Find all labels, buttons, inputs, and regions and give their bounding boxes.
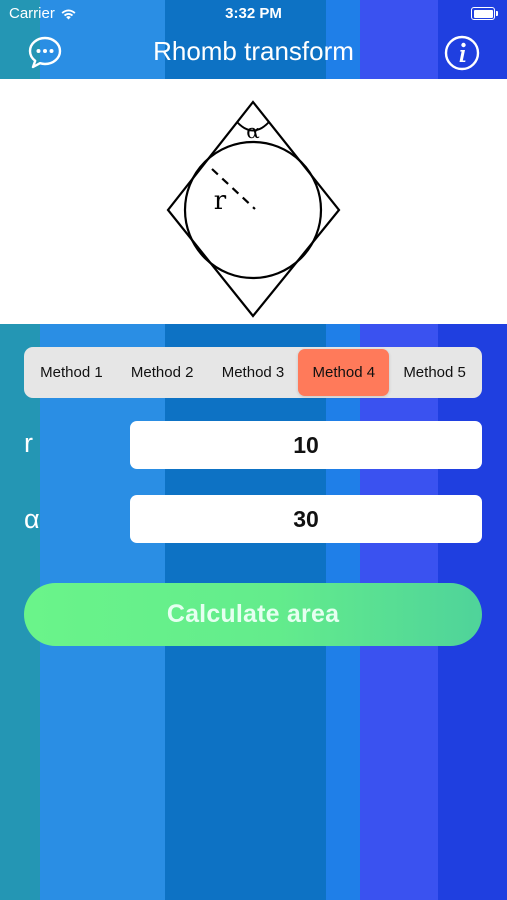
r-input[interactable] [130,421,482,469]
info-icon [444,35,480,71]
angle-label: α [246,119,260,143]
inscribed-circle [183,140,323,280]
battery-icon [471,7,498,20]
method-1-segment[interactable]: Method 1 [26,349,117,396]
app-screen: Carrier 3:32 PM Rhomb transform α r Meth… [0,0,507,900]
method-5-segment[interactable]: Method 5 [389,349,480,396]
rhombus-diagram: α r [166,100,341,318]
alpha-label: α [24,504,40,534]
status-bar: Carrier 3:32 PM [0,0,507,28]
method-3-segment[interactable]: Method 3 [208,349,299,396]
nav-title: Rhomb transform [153,36,354,66]
radius-label: r [214,186,227,216]
r-label: r [24,428,33,458]
method-2-segment[interactable]: Method 2 [117,349,208,396]
info-button[interactable] [443,34,481,72]
method-4-segment[interactable]: Method 4 [298,349,390,396]
nav-bar: Rhomb transform [0,28,507,78]
method-selector: Method 1 Method 2 Method 3 Method 4 Meth… [24,347,482,398]
rhombus-illustration: α r [0,79,507,324]
status-time: 3:32 PM [225,5,282,22]
calculate-area-button[interactable]: Calculate area [24,583,482,646]
alpha-input[interactable] [130,495,482,543]
